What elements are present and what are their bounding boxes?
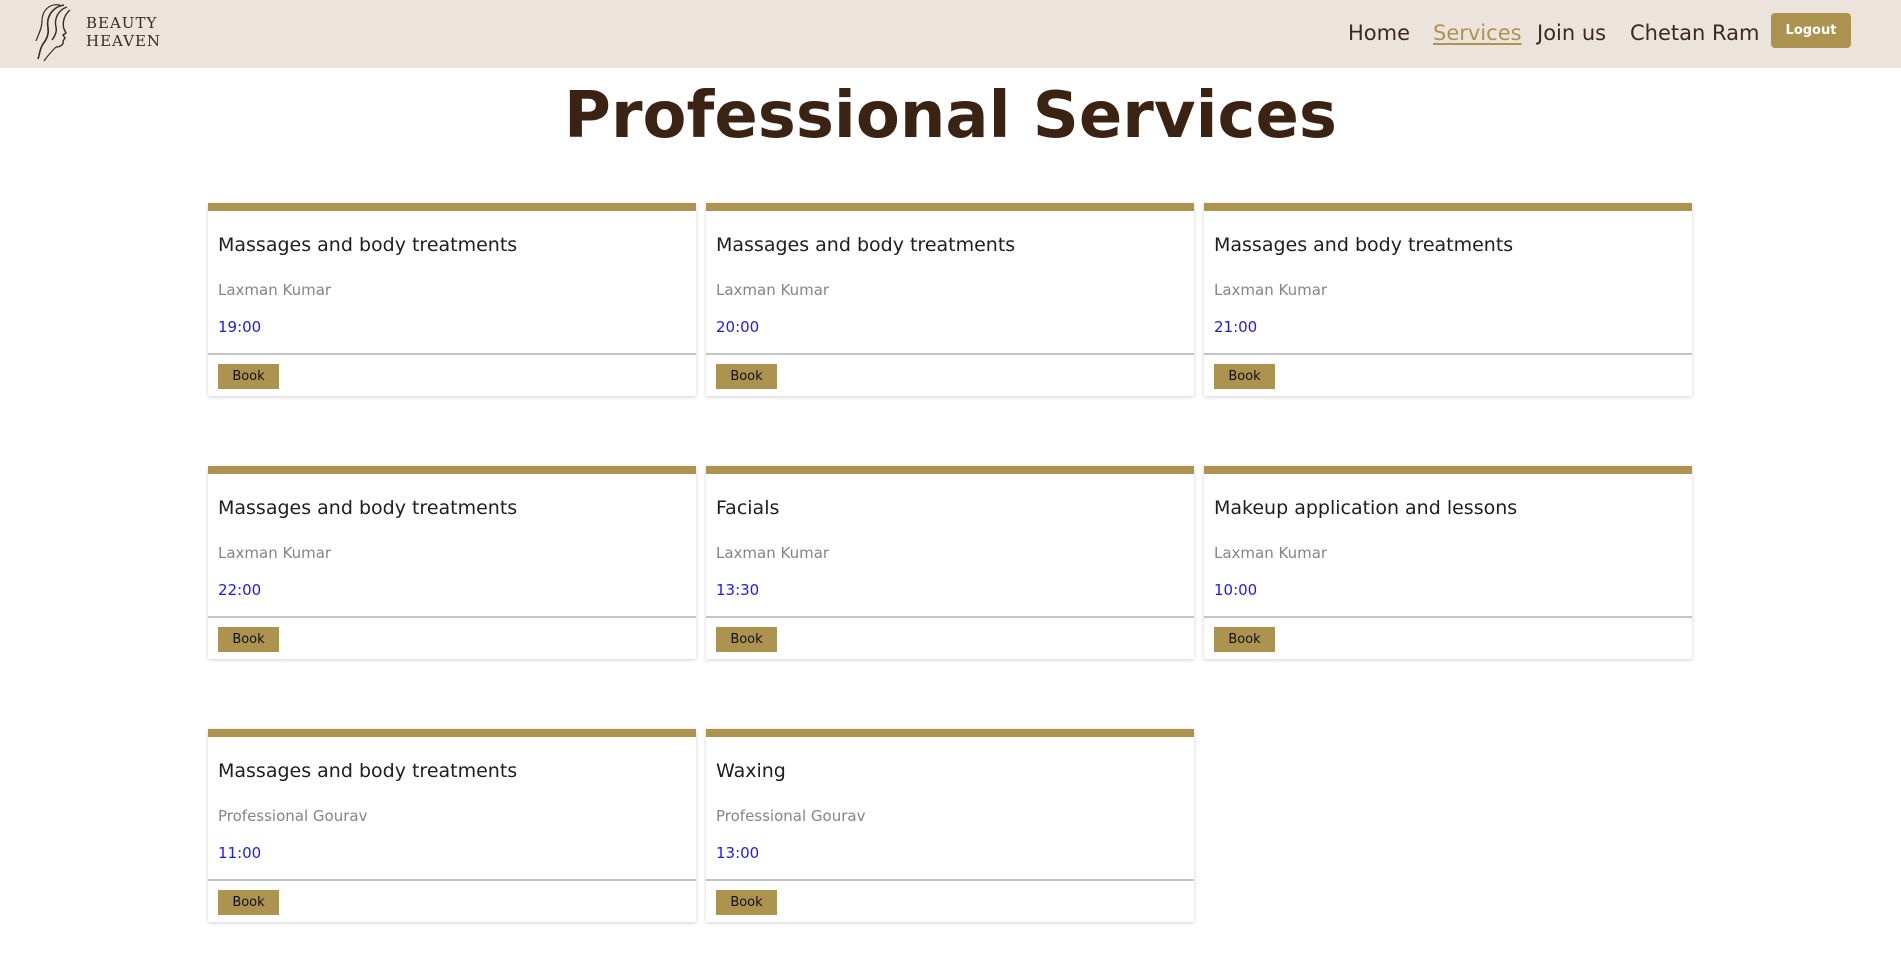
service-time: 21:00 [1214,318,1258,336]
service-name: Facials [716,497,780,519]
service-time: 13:00 [716,844,760,862]
service-card: Massages and body treatments Laxman Kuma… [1204,203,1692,396]
book-button[interactable]: Book [716,364,777,389]
service-card: Massages and body treatments Laxman Kuma… [208,203,696,396]
page-title: Professional Services [564,79,1337,153]
nav-link-join-us[interactable]: Join us [1537,19,1606,47]
nav-link-home[interactable]: Home [1348,19,1410,47]
top-navbar: BEAUTY HEAVEN Home Services Join us Chet… [0,0,1901,68]
service-time: 13:30 [716,581,760,599]
professional-name: Laxman Kumar [1214,281,1328,299]
professional-name: Professional Gourav [218,807,368,825]
nav-link-services[interactable]: Services [1433,19,1522,47]
service-time: 10:00 [1214,581,1258,599]
card-divider [706,353,1194,355]
nav-links: Home Services Join us Chetan Ram [0,19,1901,49]
book-button[interactable]: Book [218,364,279,389]
card-divider [1204,353,1692,355]
book-button[interactable]: Book [1214,627,1275,652]
professional-name: Laxman Kumar [716,281,830,299]
nav-link-user-profile[interactable]: Chetan Ram [1630,19,1759,47]
professional-name: Laxman Kumar [218,544,332,562]
service-name: Massages and body treatments [218,497,518,519]
service-name: Massages and body treatments [1214,234,1514,256]
card-divider [706,879,1194,881]
book-button[interactable]: Book [218,890,279,915]
service-time: 19:00 [218,318,262,336]
service-name: Waxing [716,760,786,782]
service-time: 22:00 [218,581,262,599]
professional-name: Laxman Kumar [218,281,332,299]
book-button[interactable]: Book [716,627,777,652]
logout-button[interactable]: Logout [1771,13,1851,48]
service-card: Waxing Professional Gourav 13:00 Book [706,729,1194,922]
service-name: Massages and body treatments [218,760,518,782]
service-time: 20:00 [716,318,760,336]
service-card: Facials Laxman Kumar 13:30 Book [706,466,1194,659]
card-divider [1204,616,1692,618]
professional-name: Laxman Kumar [716,544,830,562]
book-button[interactable]: Book [218,627,279,652]
service-time: 11:00 [218,844,262,862]
service-card: Massages and body treatments Laxman Kuma… [706,203,1194,396]
professional-name: Laxman Kumar [1214,544,1328,562]
service-card: Makeup application and lessons Laxman Ku… [1204,466,1692,659]
professional-name: Professional Gourav [716,807,866,825]
book-button[interactable]: Book [1214,364,1275,389]
card-divider [208,353,696,355]
card-divider [208,616,696,618]
service-name: Makeup application and lessons [1214,497,1518,519]
card-divider [706,616,1194,618]
book-button[interactable]: Book [716,890,777,915]
card-divider [208,879,696,881]
service-name: Massages and body treatments [218,234,518,256]
service-card: Massages and body treatments Laxman Kuma… [208,466,696,659]
service-name: Massages and body treatments [716,234,1016,256]
service-card: Massages and body treatments Professiona… [208,729,696,922]
